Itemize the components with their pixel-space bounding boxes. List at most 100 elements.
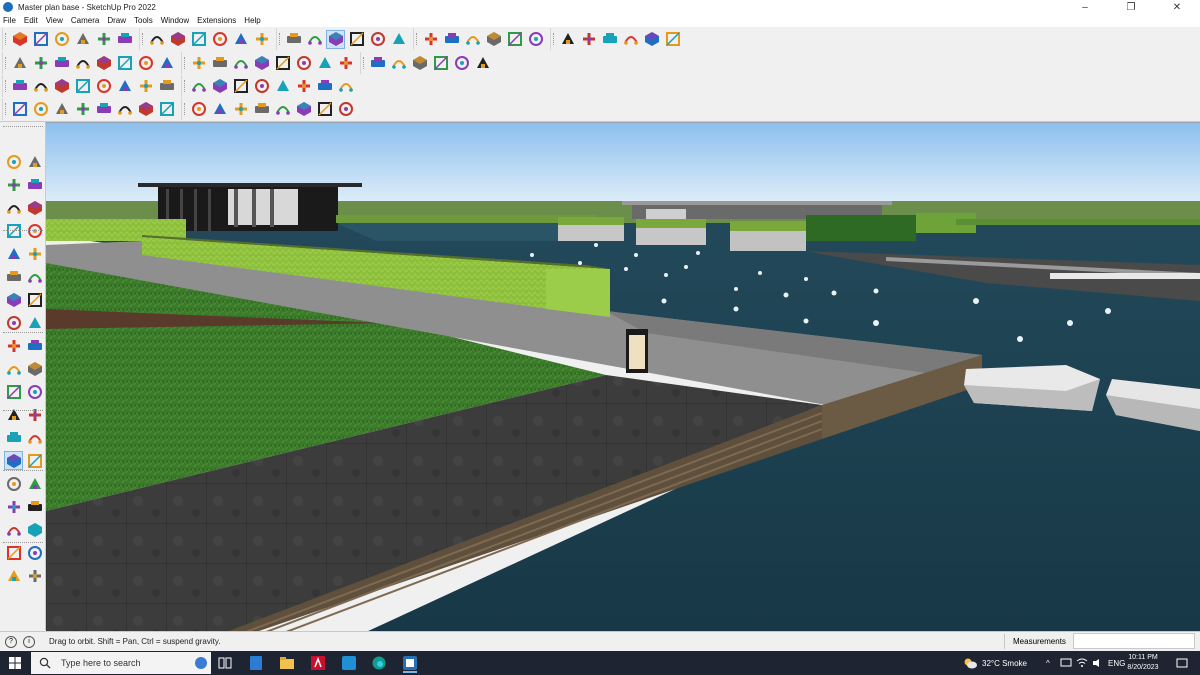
redo-icon[interactable]: [642, 30, 661, 49]
sweep-icon[interactable]: [157, 100, 176, 119]
notifications-icon[interactable]: [1176, 651, 1188, 675]
arc-2pt-icon[interactable]: [25, 290, 44, 309]
offset-icon[interactable]: [4, 382, 23, 401]
menu-draw[interactable]: Draw: [107, 16, 126, 25]
arc-icon[interactable]: [4, 290, 23, 309]
freehand-icon[interactable]: [136, 100, 155, 119]
sun-icon[interactable]: [336, 100, 355, 119]
taskbar-app-sketch[interactable]: [338, 653, 360, 673]
loop-icon[interactable]: [389, 54, 408, 73]
weather-widget[interactable]: 32°C Smoke: [962, 651, 1027, 675]
zoom-window-icon[interactable]: [25, 474, 44, 493]
move-icon[interactable]: [25, 313, 44, 332]
follow-me-icon[interactable]: [4, 359, 23, 378]
eraser-icon[interactable]: [25, 175, 44, 194]
follow-me-icon[interactable]: [168, 30, 187, 49]
text-icon[interactable]: [284, 30, 303, 49]
rotate-icon[interactable]: [210, 30, 229, 49]
task-view-button[interactable]: [214, 653, 236, 673]
tag-icon[interactable]: [315, 54, 334, 73]
axes-icon[interactable]: [25, 428, 44, 447]
text-icon[interactable]: [4, 405, 23, 424]
terrain-icon[interactable]: [336, 77, 355, 96]
close-button[interactable]: ✕: [1154, 0, 1200, 14]
x-ray-icon[interactable]: [526, 30, 545, 49]
taskbar-app-game[interactable]: [190, 653, 212, 673]
tray-volume-icon[interactable]: [1092, 651, 1104, 675]
wire-icon[interactable]: [52, 77, 71, 96]
tape-measure-icon[interactable]: [252, 30, 271, 49]
arc-2pt-icon[interactable]: [31, 100, 50, 119]
pie-icon[interactable]: [4, 313, 23, 332]
component-icon[interactable]: [231, 54, 250, 73]
hidden-icon[interactable]: [94, 77, 113, 96]
protractor-icon[interactable]: [25, 405, 44, 424]
menu-extensions[interactable]: Extensions: [197, 16, 236, 25]
bottom-view-icon[interactable]: [136, 54, 155, 73]
push-pull-icon[interactable]: [147, 30, 166, 49]
tag-icon[interactable]: [4, 198, 23, 217]
taskbar-search[interactable]: Type here to search: [31, 652, 211, 674]
solid-tools-icon[interactable]: [294, 54, 313, 73]
orbit-icon[interactable]: [326, 29, 345, 49]
shape-icon[interactable]: [115, 30, 134, 49]
rotate-icon[interactable]: [25, 336, 44, 355]
polygon-icon[interactable]: [410, 54, 429, 73]
tray-overflow-icon[interactable]: ^: [1046, 651, 1050, 675]
help-icon[interactable]: ?: [5, 635, 17, 648]
zoom-extents-icon[interactable]: [4, 497, 23, 516]
solid-outer-icon[interactable]: [315, 77, 334, 96]
taskbar-app-edge[interactable]: [368, 653, 390, 673]
union-icon[interactable]: [231, 77, 250, 96]
sandbox-icon[interactable]: [4, 566, 23, 585]
measurements-input[interactable]: [1073, 633, 1195, 649]
menu-view[interactable]: View: [46, 16, 63, 25]
arc-icon[interactable]: [94, 30, 113, 49]
move-icon[interactable]: [189, 30, 208, 49]
select-icon[interactable]: [31, 30, 50, 49]
tray-wifi-icon[interactable]: [1076, 651, 1088, 675]
circle-icon[interactable]: [10, 100, 29, 119]
pie-icon[interactable]: [52, 100, 71, 119]
circle-icon[interactable]: [4, 267, 23, 286]
rectangle-icon[interactable]: [4, 244, 23, 263]
restore-button[interactable]: ❐: [1108, 0, 1154, 14]
scale-icon[interactable]: [25, 359, 44, 378]
3d-scene[interactable]: [46, 123, 1200, 631]
split-icon[interactable]: [294, 77, 313, 96]
iso-view-icon[interactable]: [10, 54, 29, 73]
section-plane-icon[interactable]: [25, 543, 44, 562]
menu-window[interactable]: Window: [161, 16, 189, 25]
menu-file[interactable]: File: [3, 16, 16, 25]
undo-icon[interactable]: [621, 30, 640, 49]
pan-icon[interactable]: [347, 30, 366, 49]
minimize-button[interactable]: –: [1062, 0, 1108, 14]
top-view-icon[interactable]: [31, 54, 50, 73]
rotated-rect-icon[interactable]: [25, 244, 44, 263]
axes-icon[interactable]: [558, 30, 577, 49]
face-icon[interactable]: [31, 77, 50, 96]
look-around-icon[interactable]: [4, 543, 23, 562]
contour-icon[interactable]: [473, 54, 492, 73]
rectangle-icon[interactable]: [94, 100, 113, 119]
polygon-icon[interactable]: [25, 267, 44, 286]
perspective-icon[interactable]: [189, 54, 208, 73]
rotated-rect-icon[interactable]: [115, 100, 134, 119]
subtract-icon[interactable]: [252, 77, 271, 96]
drawing-viewport[interactable]: [46, 122, 1200, 631]
eraser-icon[interactable]: [52, 30, 71, 49]
left-view-icon[interactable]: [115, 54, 134, 73]
mono-icon[interactable]: [157, 77, 176, 96]
hide-icon[interactable]: [189, 77, 208, 96]
info-icon[interactable]: i: [23, 635, 35, 648]
sandbox-icon[interactable]: [600, 30, 619, 49]
shaded-icon[interactable]: [115, 77, 134, 96]
menu-help[interactable]: Help: [244, 16, 260, 25]
scale-icon[interactable]: [231, 30, 250, 49]
paint-bucket-icon[interactable]: [4, 175, 23, 194]
push-pull-icon[interactable]: [4, 336, 23, 355]
warehouse-icon[interactable]: [421, 30, 440, 49]
start-button[interactable]: [0, 651, 30, 675]
curve-icon[interactable]: [368, 54, 387, 73]
house-icon[interactable]: [252, 54, 271, 73]
